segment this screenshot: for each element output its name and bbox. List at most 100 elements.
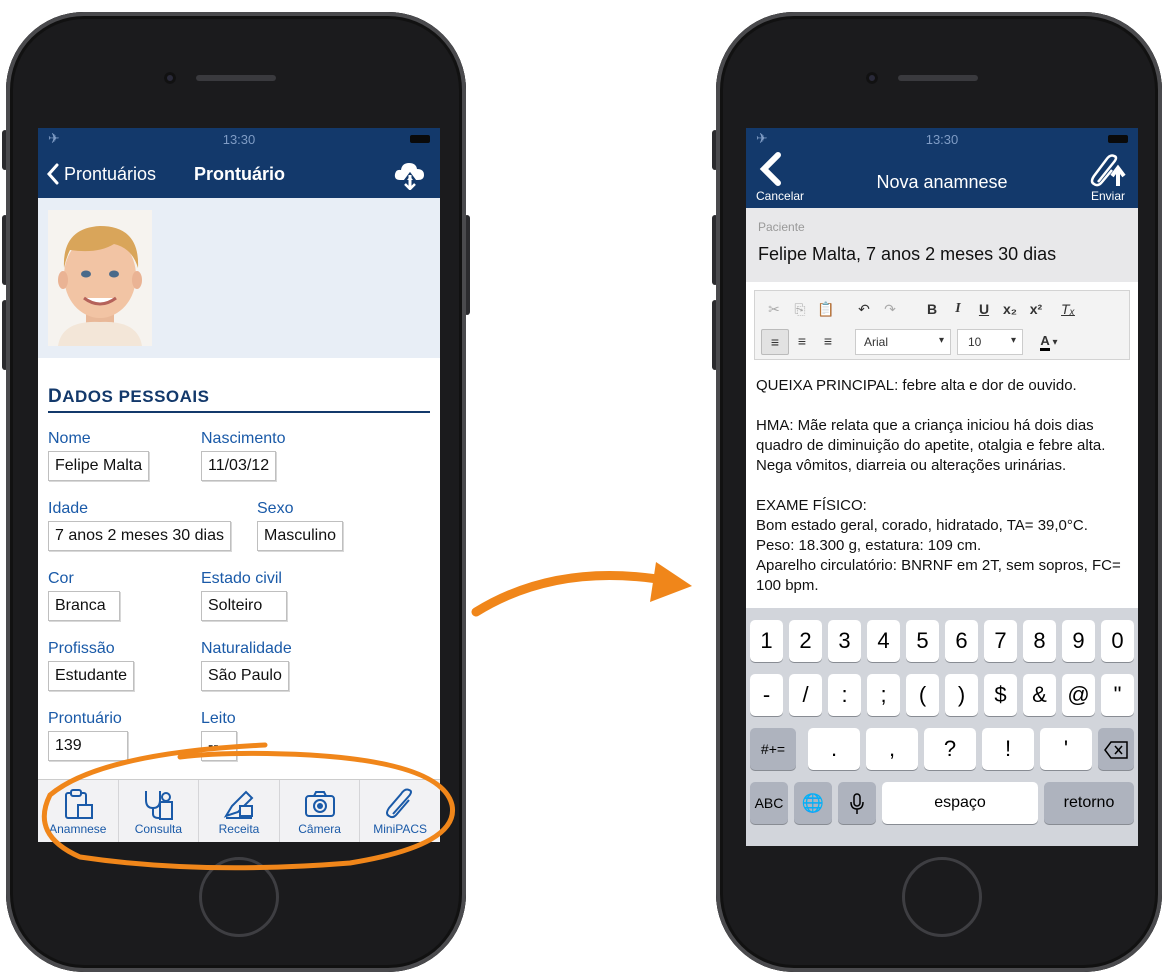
copy-icon[interactable]: ⎘ — [787, 297, 813, 321]
status-time: 13:30 — [925, 132, 959, 147]
chevron-left-icon — [46, 163, 59, 185]
key[interactable]: ) — [945, 674, 978, 716]
key[interactable]: ? — [924, 728, 976, 770]
sync-button[interactable] — [392, 158, 428, 195]
key[interactable]: 0 — [1101, 620, 1134, 662]
key[interactable]: . — [808, 728, 860, 770]
globe-key[interactable]: 🌐 — [794, 782, 832, 824]
globe-icon: 🌐 — [801, 793, 825, 813]
subscript-icon[interactable]: x₂ — [997, 297, 1023, 321]
battery-icon — [1108, 135, 1128, 143]
chevron-down-icon: ▾ — [1049, 337, 1058, 348]
editor-line: EXAME FÍSICO: — [756, 497, 867, 514]
paste-icon[interactable]: 📋 — [813, 297, 839, 321]
send-label: Enviar — [1090, 189, 1125, 203]
patient-band: Paciente Felipe Malta, 7 anos 2 meses 30… — [746, 208, 1138, 282]
nav-title: Prontuário — [194, 164, 286, 184]
nome-field[interactable]: Felipe Malta — [48, 451, 150, 481]
undo-icon[interactable]: ↶ — [851, 297, 877, 321]
key[interactable]: 5 — [906, 620, 939, 662]
underline-icon[interactable]: U — [971, 297, 997, 321]
align-left-icon[interactable]: ≡ — [761, 329, 789, 355]
speaker-grille — [898, 75, 978, 81]
cut-icon[interactable]: ✂ — [761, 297, 787, 321]
key[interactable]: 3 — [828, 620, 861, 662]
estado-civil-label: Estado civil — [201, 570, 282, 587]
key[interactable]: ; — [867, 674, 900, 716]
return-key[interactable]: retorno — [1044, 782, 1134, 824]
profissao-field[interactable]: Estudante — [48, 661, 135, 691]
cor-label: Cor — [48, 570, 74, 587]
nav-title: Nova anamnese — [876, 172, 1008, 192]
size-select[interactable]: 10 ▾ — [957, 329, 1023, 355]
editor-line: Peso: 18.300 g, estatura: 109 cm. — [756, 537, 982, 554]
space-key[interactable]: espaço — [882, 782, 1038, 824]
speaker-grille — [196, 75, 276, 81]
status-bar: ✈ 13:30 — [746, 128, 1138, 150]
dictation-key[interactable] — [838, 782, 876, 824]
nav-bar: Cancelar Nova anamnese Enviar — [746, 150, 1138, 208]
send-button[interactable]: Enviar — [1088, 154, 1128, 203]
key[interactable]: 8 — [1023, 620, 1056, 662]
sexo-field[interactable]: Masculino — [257, 521, 344, 551]
status-time: 13:30 — [222, 132, 256, 147]
back-button[interactable]: Prontuários — [46, 163, 156, 185]
editor-line: Aparelho circulatório: BNRNF em 2T, sem … — [756, 557, 1121, 594]
key[interactable]: 4 — [867, 620, 900, 662]
clear-format-icon[interactable]: Tₓ — [1055, 297, 1081, 321]
home-button[interactable] — [902, 857, 982, 937]
symbols-key[interactable]: #+= — [750, 728, 796, 770]
section-title-rest: ADOS PESSOAIS — [62, 387, 210, 406]
font-select-value: Arial — [864, 335, 889, 349]
redo-icon[interactable]: ↷ — [877, 297, 903, 321]
right-screen: ✈ 13:30 Cancelar Nova anamnese Enviar Pa… — [746, 128, 1138, 846]
editor-paragraph: HMA: Mãe relata que a criança iniciou há… — [756, 417, 1106, 474]
align-right-icon[interactable]: ≡ — [815, 329, 841, 353]
cor-field[interactable]: Branca — [48, 591, 120, 621]
abc-key[interactable]: ABC — [750, 782, 788, 824]
chevron-down-icon: ▾ — [1010, 335, 1016, 346]
key[interactable]: ( — [906, 674, 939, 716]
key[interactable]: 1 — [750, 620, 783, 662]
align-center-icon[interactable]: ≡ — [789, 329, 815, 353]
idade-label: Idade — [48, 500, 89, 517]
back-label: Prontuários — [64, 163, 157, 184]
font-select[interactable]: Arial ▾ — [855, 329, 951, 355]
key[interactable]: : — [828, 674, 861, 716]
key[interactable]: / — [789, 674, 822, 716]
naturalidade-field[interactable]: São Paulo — [201, 661, 289, 691]
bold-icon[interactable]: B — [919, 297, 945, 321]
key[interactable]: ' — [1040, 728, 1092, 770]
battery-icon — [410, 135, 430, 143]
key[interactable]: - — [750, 674, 783, 716]
key[interactable]: 6 — [945, 620, 978, 662]
editor-paragraph: QUEIXA PRINCIPAL: febre alta e dor de ou… — [756, 377, 1077, 394]
sexo-label: Sexo — [257, 500, 294, 517]
microphone-icon — [850, 793, 864, 815]
backspace-icon — [1104, 741, 1128, 760]
photo-band — [38, 198, 440, 358]
child-avatar-icon — [48, 210, 152, 346]
orange-arrow — [471, 562, 692, 617]
nascimento-field[interactable]: 11/03/12 — [201, 451, 277, 481]
italic-icon[interactable]: I — [945, 297, 971, 321]
key[interactable]: , — [866, 728, 918, 770]
naturalidade-label: Naturalidade — [201, 640, 292, 657]
cloud-sync-icon — [394, 163, 424, 191]
key[interactable]: 9 — [1062, 620, 1095, 662]
key[interactable]: 2 — [789, 620, 822, 662]
idade-field[interactable]: 7 anos 2 meses 30 dias — [48, 521, 231, 551]
superscript-icon[interactable]: x² — [1023, 297, 1049, 321]
estado-civil-field[interactable]: Solteiro — [201, 591, 287, 621]
key[interactable]: @ — [1062, 674, 1095, 716]
key[interactable]: 7 — [984, 620, 1017, 662]
highlight-ellipse — [41, 742, 456, 871]
key[interactable]: ! — [982, 728, 1034, 770]
key[interactable]: $ — [984, 674, 1017, 716]
text-color-button[interactable]: A ▾ — [1031, 329, 1067, 353]
patient-photo[interactable] — [48, 210, 152, 346]
anamnese-editor[interactable]: QUEIXA PRINCIPAL: febre alta e dor de ou… — [746, 364, 1138, 608]
key[interactable]: " — [1101, 674, 1134, 716]
backspace-key[interactable] — [1098, 728, 1134, 770]
key[interactable]: & — [1023, 674, 1056, 716]
